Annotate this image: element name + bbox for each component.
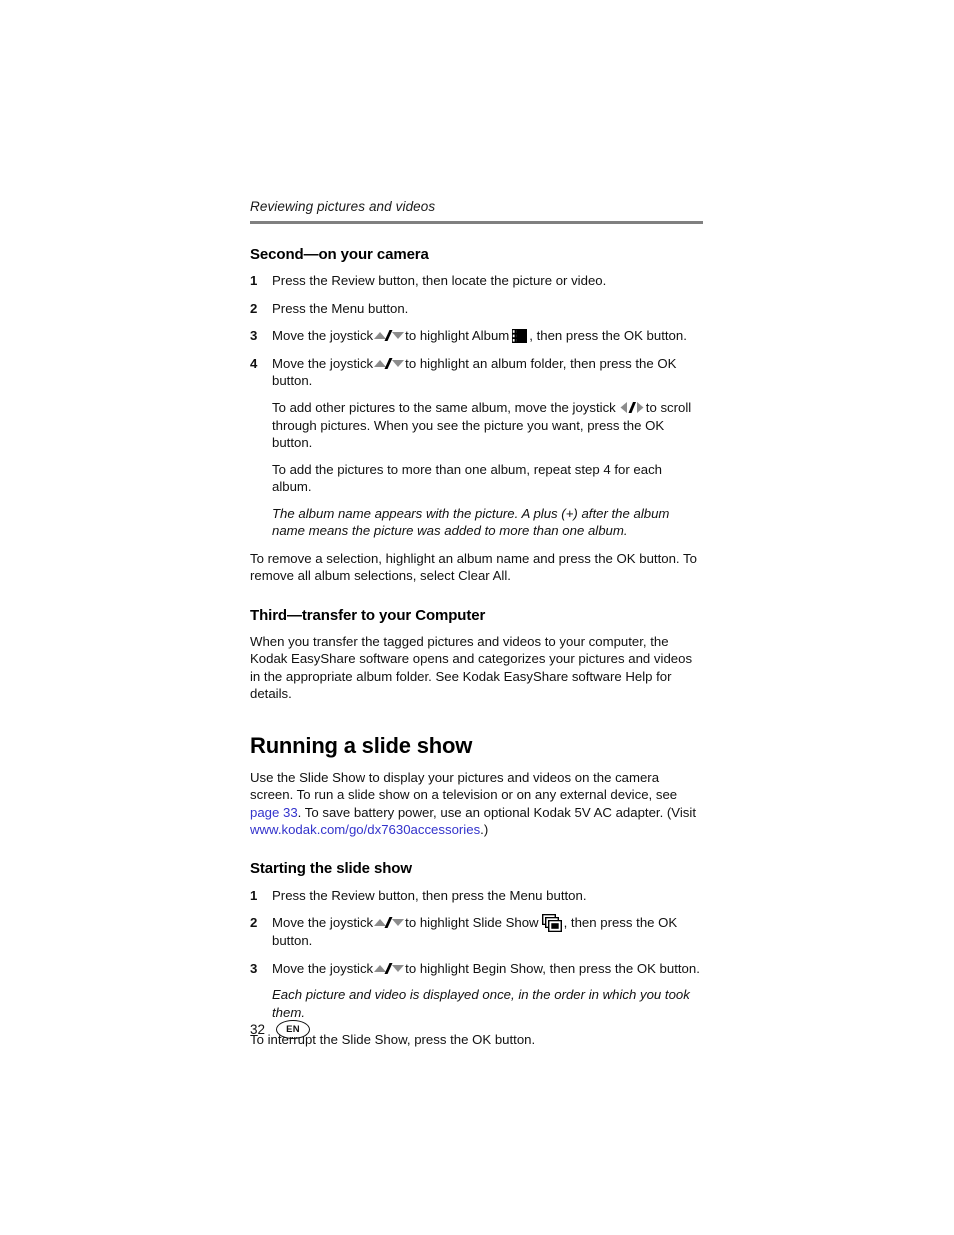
- sub-note-italic: The album name appears with the picture.…: [272, 506, 670, 539]
- page-footer: 32 EN: [250, 1020, 311, 1039]
- step-text-mid: to highlight Slide Show: [405, 915, 539, 931]
- running-header: Reviewing pictures and videos: [250, 199, 436, 214]
- header-rule: [250, 220, 703, 224]
- steps-list-starting-the-slide-show: 1 Press the Review button, then press th…: [250, 887, 703, 1022]
- step-sub-content: To add other pictures to the same album,…: [272, 399, 703, 540]
- kodak-accessories-url-link[interactable]: www.kodak.com/go/dx7630accessories: [250, 822, 480, 837]
- list-item: 4 Move the joystick to highlight an album…: [250, 355, 703, 540]
- intro-text-part1: Use the Slide Show to display your pictu…: [250, 769, 678, 803]
- step-sub-content: Each picture and video is displayed once…: [272, 986, 703, 1021]
- slide-show-icon: [541, 914, 562, 933]
- step-text-pre: Move the joystick: [272, 915, 374, 931]
- list-item: 2 Move the joystick to highlight Slide Sh…: [250, 914, 703, 950]
- list-item: 1 Press the Review button, then press th…: [250, 887, 703, 905]
- list-item: 3 Move the joystick to highlight Album , t…: [250, 327, 703, 345]
- chapter-intro-paragraph: Use the Slide Show to display your pictu…: [250, 769, 703, 839]
- section-heading-third-transfer-to-your-computer: Third—transfer to your Computer: [250, 606, 486, 624]
- up-down-arrows-icon: [374, 916, 405, 929]
- step-number: 2: [250, 300, 258, 316]
- language-badge: EN: [276, 1020, 311, 1039]
- list-item: 3 Move the joystick to highlight Begin Sh…: [250, 960, 703, 1021]
- section-paragraph: When you transfer the tagged pictures an…: [250, 633, 693, 702]
- page-title: Running a slide show: [250, 732, 473, 758]
- section-heading-starting-the-slide-show: Starting the slide show: [250, 860, 412, 878]
- sub-paragraph: To add the pictures to more than one alb…: [272, 461, 663, 495]
- up-down-arrows-icon: [374, 357, 405, 370]
- intro-text-part2: . To save battery power, use an optional…: [297, 804, 696, 820]
- list-item: 2 Press the Menu button.: [250, 300, 703, 318]
- step-text-mid: to highlight Album: [405, 328, 510, 344]
- step-number: 1: [250, 273, 258, 289]
- document-page: Reviewing pictures and videos Second—on …: [250, 199, 703, 1059]
- step-number: 3: [250, 960, 258, 976]
- step-number: 1: [250, 887, 258, 903]
- intro-text-part3: .): [480, 822, 489, 838]
- step-text-pre: Move the joystick: [272, 355, 374, 371]
- page-reference-link[interactable]: page 33: [250, 805, 298, 820]
- sub-paragraph: To add other pictures to the same album,…: [272, 399, 703, 452]
- list-item: 1 Press the Review button, then locate t…: [250, 272, 703, 290]
- step-number: 2: [250, 915, 258, 931]
- step-text-mid: to highlight Begin Show, then press the …: [405, 960, 700, 976]
- step-text-post: , then press the OK button.: [529, 328, 687, 344]
- step-number: 3: [250, 328, 258, 344]
- page-number: 32: [250, 1022, 266, 1037]
- step-text: Press the Review button, then press the …: [272, 887, 587, 903]
- sub-text-pre: To add other pictures to the same album,…: [272, 400, 616, 416]
- step-text-pre: Move the joystick: [272, 960, 374, 976]
- section-heading-second-on-your-camera: Second—on your camera: [250, 245, 429, 263]
- album-icon: [512, 329, 528, 344]
- up-down-arrows-icon: [374, 329, 405, 342]
- step-text: Press the Menu button.: [272, 300, 409, 316]
- steps-list-second-on-your-camera: 1 Press the Review button, then locate t…: [250, 272, 703, 540]
- sub-note-italic: Each picture and video is displayed once…: [272, 987, 690, 1020]
- section-closing-paragraph: To remove a selection, highlight an albu…: [250, 550, 697, 584]
- left-right-arrows-icon: [618, 401, 644, 414]
- step-text-pre: Move the joystick: [272, 328, 374, 344]
- step-text: Press the Review button, then locate the…: [272, 273, 607, 289]
- step-number: 4: [250, 355, 258, 371]
- chapter-closing-paragraph: To interrupt the Slide Show, press the O…: [250, 1032, 536, 1048]
- up-down-arrows-icon: [374, 962, 405, 975]
